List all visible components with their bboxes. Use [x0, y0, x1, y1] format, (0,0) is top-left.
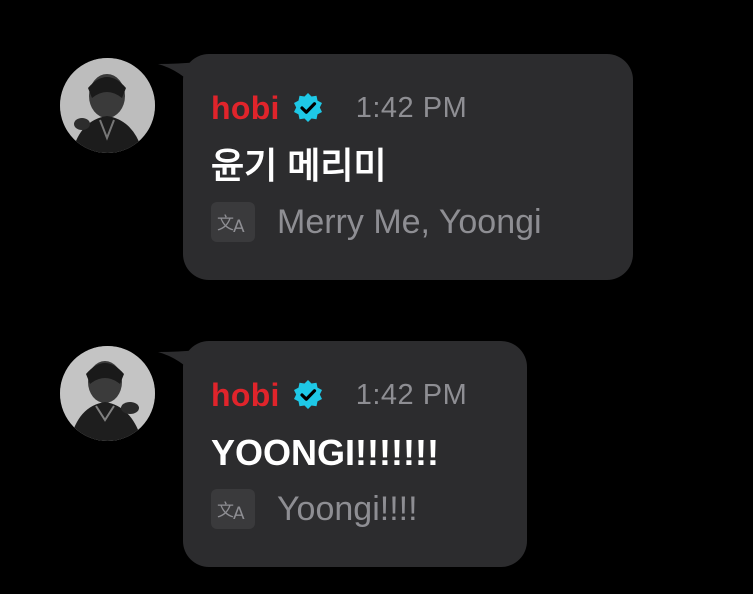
message-text: 윤기 메리미: [211, 145, 387, 186]
svg-text:文: 文: [217, 214, 234, 234]
verified-badge-icon: [292, 92, 324, 124]
message-header: hobi 1:42 PM: [211, 375, 499, 415]
message-bubble[interactable]: hobi 1:42 PM 윤기 메리미 文 A Merry Me, Yoongi: [183, 54, 633, 280]
translated-text: Merry Me, Yoongi: [277, 202, 542, 241]
message-text: YOONGI!!!!!!!: [211, 432, 439, 473]
message-bubble[interactable]: hobi 1:42 PM YOONGI!!!!!!! 文 A Yoongi!!!…: [183, 341, 527, 567]
translate-icon[interactable]: 文 A: [211, 202, 255, 242]
avatar-photo-icon: [60, 346, 155, 441]
svg-text:A: A: [233, 217, 245, 236]
verified-badge-icon: [292, 379, 324, 411]
avatar[interactable]: [60, 346, 155, 441]
svg-text:文: 文: [217, 501, 234, 521]
timestamp: 1:42 PM: [355, 91, 468, 124]
translated-text: Yoongi!!!!: [277, 489, 418, 528]
username[interactable]: hobi: [211, 90, 280, 127]
timestamp: 1:42 PM: [355, 378, 468, 411]
translation-row[interactable]: 文 A Yoongi!!!!: [211, 489, 499, 529]
chat-view: hobi 1:42 PM 윤기 메리미 文 A Merry Me, Yoongi…: [0, 0, 753, 594]
svg-text:A: A: [233, 504, 245, 523]
translation-row[interactable]: 文 A Merry Me, Yoongi: [211, 202, 605, 242]
username[interactable]: hobi: [211, 377, 280, 414]
translate-icon[interactable]: 文 A: [211, 489, 255, 529]
avatar-photo-icon: [60, 58, 155, 153]
message-header: hobi 1:42 PM: [211, 88, 605, 128]
avatar[interactable]: [60, 58, 155, 153]
